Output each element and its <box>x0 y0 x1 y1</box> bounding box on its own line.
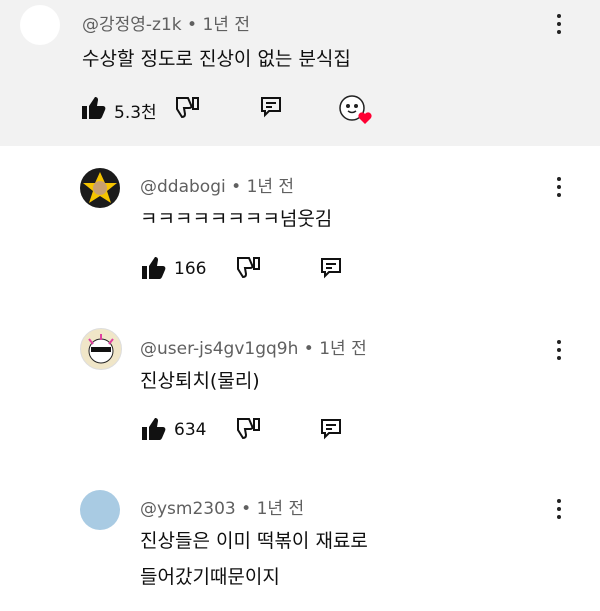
comment-handle[interactable]: @강정영-z1k <box>82 15 182 35</box>
reply-button[interactable] <box>259 95 283 119</box>
avatar[interactable] <box>80 168 120 208</box>
comment-meta: @ddabogi • 1년 전 <box>140 172 294 197</box>
like-button[interactable] <box>80 96 106 120</box>
thumbs-down-icon <box>237 418 260 440</box>
comment-time: 1년 전 <box>246 177 295 197</box>
comment-meta: @user-js4gv1gq9h • 1년 전 <box>140 334 367 359</box>
thumbs-up-icon <box>142 418 166 440</box>
more-options-button[interactable] <box>554 340 564 362</box>
comment-time: 1년 전 <box>319 339 367 359</box>
like-count: 5.3천 <box>114 103 157 123</box>
like-count: 166 <box>174 259 207 279</box>
comment-meta: @ysm2303 • 1년 전 <box>140 494 304 519</box>
thumbs-up-icon <box>142 257 166 279</box>
creator-heart-badge <box>338 94 374 126</box>
dislike-button[interactable] <box>235 256 261 280</box>
comment-time: 1년 전 <box>202 15 250 35</box>
comment-text-line1: 진상들은 이미 떡볶이 재료로 <box>140 530 368 552</box>
separator-dot: • <box>187 15 198 35</box>
more-options-button[interactable] <box>554 14 564 36</box>
more-options-button[interactable] <box>554 177 564 199</box>
reply-icon <box>321 419 341 440</box>
reply-button[interactable] <box>319 417 343 441</box>
comment-handle[interactable]: @ddabogi <box>140 177 226 197</box>
thumbs-down-icon <box>176 97 199 119</box>
comment-text: 수상할 정도로 진상이 없는 분식집 <box>82 48 351 70</box>
like-button[interactable] <box>140 256 166 280</box>
comment-handle[interactable]: @ysm2303 <box>140 499 236 519</box>
reply-button[interactable] <box>319 256 343 280</box>
avatar[interactable] <box>20 5 60 45</box>
separator-dot: • <box>231 177 242 197</box>
creator-heart-icon <box>339 95 372 124</box>
thumbs-up-icon <box>82 97 106 119</box>
separator-dot: • <box>241 499 252 519</box>
dislike-button[interactable] <box>174 96 200 120</box>
reply-icon <box>321 258 341 279</box>
comment-handle[interactable]: @user-js4gv1gq9h <box>140 339 298 359</box>
separator-dot: • <box>303 339 314 359</box>
like-count: 634 <box>174 420 207 440</box>
comment-text: ㅋㅋㅋㅋㅋㅋㅋㅋ넘웃김 <box>140 208 333 230</box>
reply-icon <box>261 97 281 118</box>
dislike-button[interactable] <box>235 417 261 441</box>
comment-text-line2: 들어갔기때문이지 <box>140 566 280 588</box>
avatar[interactable] <box>80 328 122 370</box>
thumbs-down-icon <box>237 257 260 279</box>
comment-text: 진상퇴치(물리) <box>140 370 260 392</box>
comment-time: 1년 전 <box>256 499 305 519</box>
comment-meta: @강정영-z1k • 1년 전 <box>82 10 250 35</box>
like-button[interactable] <box>140 417 166 441</box>
more-options-button[interactable] <box>554 499 564 521</box>
avatar[interactable] <box>80 490 120 530</box>
